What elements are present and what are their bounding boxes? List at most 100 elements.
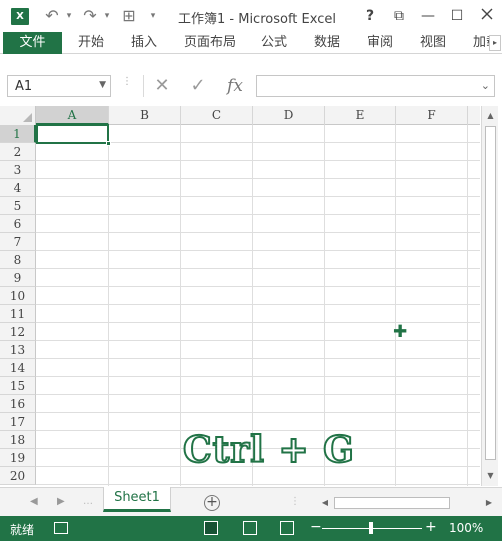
title-bar: X ↶ ▾ ↷ ▾ ⊞ ▾ 工作簿1 - Microsoft Excel ? ⧉…: [0, 0, 502, 32]
border-icon[interactable]: ⊞: [119, 6, 139, 26]
row-header[interactable]: 7: [0, 233, 36, 251]
row-header[interactable]: 3: [0, 161, 36, 179]
tab-data[interactable]: 数据: [314, 32, 340, 54]
row-header[interactable]: 18: [0, 431, 36, 449]
fill-handle[interactable]: [106, 141, 111, 146]
insert-function-icon[interactable]: fx: [223, 75, 247, 97]
column-header-a[interactable]: A: [36, 106, 109, 125]
tab-view[interactable]: 视图: [420, 32, 446, 54]
gridline: [36, 160, 480, 161]
formula-input[interactable]: ⌄: [256, 75, 495, 97]
add-sheet-button[interactable]: +: [204, 495, 220, 511]
page-break-preview-icon[interactable]: [280, 521, 294, 535]
sheet-tab-sheet1[interactable]: Sheet1: [103, 487, 171, 512]
ribbon-display-options-button[interactable]: ⧉: [387, 6, 411, 26]
macro-record-icon[interactable]: [54, 522, 68, 534]
gridline: [108, 125, 109, 486]
column-header-c[interactable]: C: [181, 106, 253, 125]
status-bar: 就绪 − + 100%: [0, 516, 502, 541]
tab-page-layout[interactable]: 页面布局: [184, 32, 236, 54]
tab-home[interactable]: 开始: [78, 32, 104, 54]
horizontal-scroll-thumb[interactable]: [334, 497, 450, 509]
sheet-nav-next-icon[interactable]: ▶: [57, 496, 65, 507]
row-header[interactable]: 2: [0, 143, 36, 161]
collapsed-ribbon-area: [0, 55, 502, 72]
sheet-nav-prev-icon[interactable]: ◀: [30, 496, 38, 507]
expand-formula-bar-icon[interactable]: ⌄: [481, 79, 490, 92]
row-header[interactable]: 9: [0, 269, 36, 287]
column-header-b[interactable]: B: [109, 106, 181, 125]
excel-logo-icon: X: [11, 8, 29, 25]
redo-dropdown-icon[interactable]: ▾: [102, 6, 112, 26]
tab-insert[interactable]: 插入: [131, 32, 157, 54]
ribbon-scroll-right-icon[interactable]: ▸: [489, 35, 501, 51]
enter-icon[interactable]: ✓: [186, 75, 210, 97]
gridline: [36, 484, 480, 485]
row-header[interactable]: 16: [0, 395, 36, 413]
gridline: [36, 304, 480, 305]
window-title: 工作簿1 - Microsoft Excel: [178, 12, 336, 27]
column-header-e[interactable]: E: [325, 106, 396, 125]
vertical-scrollbar[interactable]: ▲ ▼: [481, 106, 498, 486]
gridline: [36, 232, 480, 233]
select-all-triangle-icon: [23, 113, 32, 122]
maximize-button[interactable]: ☐: [445, 6, 469, 26]
cancel-icon[interactable]: ✕: [150, 75, 174, 97]
horizontal-scrollbar[interactable]: ◀ ▶: [318, 495, 498, 511]
row-header[interactable]: 19: [0, 449, 36, 467]
tab-review[interactable]: 审阅: [367, 32, 393, 54]
row-header[interactable]: 4: [0, 179, 36, 197]
cell-cursor-icon: ✚: [393, 322, 408, 342]
resize-handle-icon[interactable]: ⋮: [122, 77, 132, 94]
undo-icon[interactable]: ↶: [42, 6, 62, 26]
sheet-nav-more-icon[interactable]: …: [83, 496, 93, 507]
column-header-f[interactable]: F: [396, 106, 468, 125]
zoom-level[interactable]: 100%: [449, 521, 483, 535]
zoom-out-button[interactable]: −: [310, 519, 322, 535]
close-icon: [481, 8, 493, 20]
gridline: [36, 286, 480, 287]
gridline: [395, 125, 396, 486]
tab-add-ins[interactable]: 加载: [473, 32, 489, 54]
status-ready-text: 就绪: [10, 523, 35, 537]
gridline: [36, 376, 480, 377]
zoom-slider-thumb[interactable]: [369, 522, 373, 534]
select-all-button[interactable]: [0, 106, 36, 125]
vertical-scroll-thumb[interactable]: [485, 126, 496, 460]
row-header[interactable]: 10: [0, 287, 36, 305]
row-header[interactable]: 1: [0, 125, 36, 143]
page-layout-view-icon[interactable]: [243, 521, 257, 535]
scroll-up-icon[interactable]: ▲: [485, 110, 496, 121]
tab-split-handle-icon[interactable]: ⋮: [290, 496, 300, 507]
row-header[interactable]: 5: [0, 197, 36, 215]
active-cell-a1[interactable]: [36, 124, 109, 144]
tab-file[interactable]: 文件: [3, 32, 62, 54]
row-header[interactable]: 14: [0, 359, 36, 377]
minimize-button[interactable]: —: [416, 6, 440, 26]
redo-icon[interactable]: ↷: [80, 6, 100, 26]
normal-view-icon[interactable]: [204, 521, 218, 535]
row-header[interactable]: 8: [0, 251, 36, 269]
help-button[interactable]: ?: [358, 6, 382, 26]
worksheet-grid[interactable]: A B C D E F 1 2 3 4 5 6 7 8 9 10 11 12 1…: [0, 106, 480, 486]
customize-quick-access-icon[interactable]: ▾: [146, 6, 160, 26]
row-header[interactable]: 20: [0, 467, 36, 485]
scroll-left-icon[interactable]: ◀: [318, 495, 332, 511]
row-header[interactable]: 12: [0, 323, 36, 341]
row-header[interactable]: 6: [0, 215, 36, 233]
column-header-d[interactable]: D: [253, 106, 325, 125]
shortcut-overlay-text: Ctrl + G: [182, 428, 355, 472]
tab-formulas[interactable]: 公式: [261, 32, 287, 54]
scroll-down-icon[interactable]: ▼: [485, 470, 496, 481]
chevron-down-icon[interactable]: ▼: [99, 80, 106, 90]
row-header[interactable]: 17: [0, 413, 36, 431]
name-box[interactable]: A1 ▼: [7, 75, 111, 97]
undo-dropdown-icon[interactable]: ▾: [64, 6, 74, 26]
scroll-right-icon[interactable]: ▶: [482, 495, 496, 511]
close-button[interactable]: [475, 6, 499, 26]
row-header[interactable]: 13: [0, 341, 36, 359]
gridline: [36, 178, 480, 179]
row-header[interactable]: 11: [0, 305, 36, 323]
zoom-in-button[interactable]: +: [425, 519, 437, 535]
row-header[interactable]: 15: [0, 377, 36, 395]
